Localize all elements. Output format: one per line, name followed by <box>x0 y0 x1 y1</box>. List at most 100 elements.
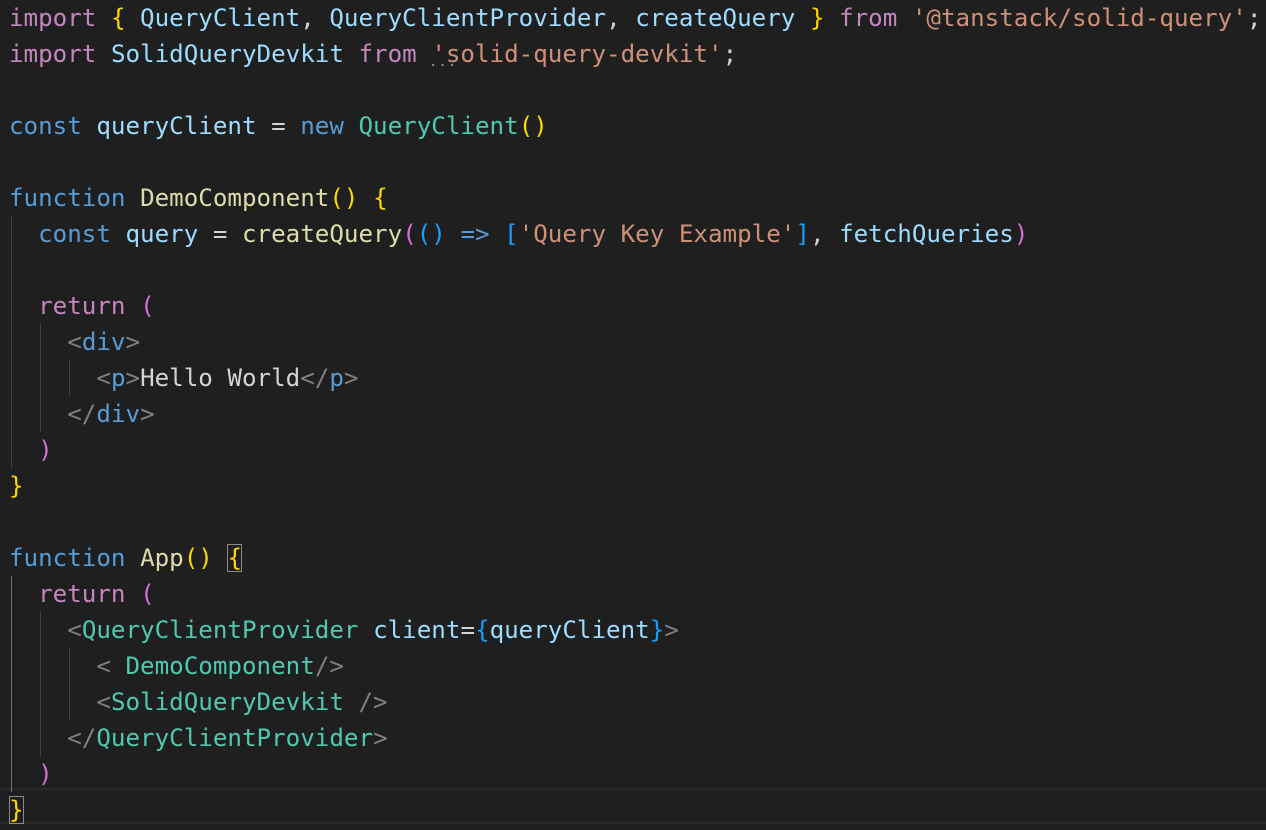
code-token: SolidQueryDevkit <box>110 688 344 716</box>
code-token: client <box>373 616 461 644</box>
code-token: import <box>9 40 97 68</box>
code-line[interactable]: const queryClient = new QueryClient() <box>9 108 548 144</box>
code-line[interactable]: </div> <box>9 396 154 432</box>
code-line[interactable]: import SolidQueryDevkit from 'solid-quer… <box>9 36 737 72</box>
code-line[interactable]: } <box>9 468 24 504</box>
code-token: ) <box>38 436 53 464</box>
code-token: function <box>9 544 126 572</box>
code-token: QueryClient <box>358 112 519 140</box>
code-line[interactable]: <SolidQueryDevkit /> <box>9 684 388 720</box>
code-line[interactable]: < DemoComponent/> <box>9 648 344 684</box>
code-token: QueryClientProvider <box>96 724 374 752</box>
code-line[interactable]: </QueryClientProvider> <box>9 720 387 756</box>
code-token: () <box>518 112 548 140</box>
code-token: > <box>125 364 141 392</box>
code-line[interactable]: const query = createQuery(() => ['Query … <box>9 216 1028 252</box>
code-token: < <box>96 652 126 680</box>
code-token: ] <box>795 220 810 248</box>
code-token: ; <box>1246 4 1262 32</box>
code-token: , <box>300 4 330 32</box>
code-token: > <box>125 328 141 356</box>
code-token: { <box>475 616 490 644</box>
code-token: , <box>606 4 636 32</box>
code-line[interactable]: <p>Hello World</p> <box>9 360 359 396</box>
code-line[interactable]: import { QueryClient, QueryClientProvide… <box>9 0 1261 36</box>
code-token: return <box>38 292 126 320</box>
code-token: { <box>110 4 126 32</box>
code-line[interactable]: return ( <box>9 288 155 324</box>
code-token: ( <box>140 580 155 608</box>
code-line[interactable]: ) <box>9 756 53 792</box>
code-token: ; <box>722 40 738 68</box>
code-token: const <box>38 220 111 248</box>
code-token: /> <box>314 652 344 680</box>
code-token: QueryClientProvider <box>329 4 607 32</box>
code-token: p <box>329 364 344 392</box>
code-line[interactable]: ) <box>9 432 53 468</box>
code-line[interactable]: function App() { <box>9 540 242 576</box>
code-token: () <box>416 220 446 248</box>
code-token: function <box>9 184 126 212</box>
code-token: </ <box>300 364 330 392</box>
code-token: > <box>664 616 679 644</box>
matched-bracket: } <box>9 796 24 824</box>
code-token: ( <box>402 220 417 248</box>
code-line[interactable]: function DemoComponent() { <box>9 180 388 216</box>
code-token: App <box>140 544 184 572</box>
code-token: 'Query Key Example' <box>518 220 796 248</box>
code-token: Hello World <box>140 364 301 392</box>
matched-bracket: { <box>227 544 242 572</box>
code-token: new <box>300 112 344 140</box>
code-token: SolidQueryDevkit <box>110 40 344 68</box>
code-editor[interactable]: import { QueryClient, QueryClientProvide… <box>0 0 1266 830</box>
code-token: /> <box>358 688 388 716</box>
code-token: import <box>9 4 97 32</box>
code-token: query <box>125 220 199 248</box>
code-token: ) <box>38 760 53 788</box>
code-token: createQuery <box>635 4 796 32</box>
code-line[interactable]: <QueryClientProvider client={queryClient… <box>9 612 679 648</box>
code-line[interactable]: } <box>9 792 24 828</box>
code-token: return <box>38 580 126 608</box>
code-token: DemoComponent <box>125 652 315 680</box>
code-token: div <box>96 400 141 428</box>
code-token: < <box>96 688 111 716</box>
code-token: DemoComponent <box>140 184 330 212</box>
code-token: '@tanstack/solid-query' <box>911 4 1247 32</box>
code-token: < <box>96 364 111 392</box>
code-token: () <box>183 544 213 572</box>
code-token: > <box>343 364 359 392</box>
code-line[interactable]: <div> <box>9 324 140 360</box>
code-token: => <box>460 220 490 248</box>
current-line-highlight <box>0 788 1266 824</box>
code-token: ) <box>1013 220 1029 248</box>
code-line[interactable]: return ( <box>9 576 155 612</box>
code-token: div <box>81 328 126 356</box>
code-token: } <box>649 616 665 644</box>
